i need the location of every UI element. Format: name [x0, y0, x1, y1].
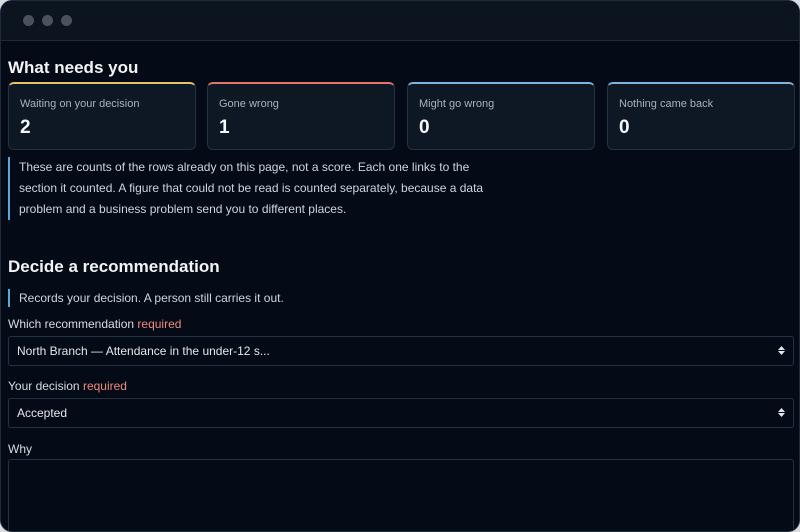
decision-selected-value: Accepted [17, 406, 68, 420]
decide-recommendation-heading: Decide a recommendation [8, 257, 220, 276]
close-window-control[interactable] [23, 15, 34, 26]
card-might-go-wrong[interactable]: Might go wrong 0 [407, 82, 595, 150]
zoom-window-control[interactable] [61, 15, 72, 26]
summary-cards: Waiting on your decision 2 Gone wrong 1 … [8, 82, 795, 150]
decision-explanation-note: Records your decision. A person still ca… [8, 289, 284, 307]
card-count: 1 [219, 117, 230, 138]
card-count: 0 [419, 117, 430, 138]
card-nothing-came-back[interactable]: Nothing came back 0 [607, 82, 795, 150]
what-needs-you-heading: What needs you [8, 58, 139, 77]
counts-explanation-note: These are counts of the rows already on … [8, 157, 488, 220]
card-label: Nothing came back [619, 98, 714, 110]
card-count: 0 [619, 117, 630, 138]
required-marker: required [82, 379, 127, 393]
card-gone-wrong[interactable]: Gone wrong 1 [207, 82, 395, 150]
minimize-window-control[interactable] [42, 15, 53, 26]
select-arrows-icon [777, 408, 785, 418]
card-label: Waiting on your decision [20, 98, 140, 110]
decision-field-label: Your decision required [8, 379, 127, 393]
decision-label-text: Your decision [8, 379, 80, 393]
card-label: Gone wrong [219, 98, 279, 110]
app-window: What needs you Waiting on your decision … [0, 0, 800, 532]
recommendation-field-label: Which recommendation required [8, 317, 181, 331]
select-arrows-icon [777, 346, 785, 356]
title-bar [1, 1, 799, 41]
decision-select[interactable]: Accepted [8, 398, 794, 428]
recommendation-selected-value: North Branch — Attendance in the under-1… [17, 344, 270, 358]
required-marker: required [137, 317, 182, 331]
why-textarea[interactable] [8, 459, 794, 531]
card-label: Might go wrong [419, 98, 495, 110]
card-waiting-on-decision[interactable]: Waiting on your decision 2 [8, 82, 196, 150]
recommendation-select[interactable]: North Branch — Attendance in the under-1… [8, 336, 794, 366]
recommendation-label-text: Which recommendation [8, 317, 135, 331]
why-field-label: Why [8, 442, 32, 456]
card-count: 2 [20, 117, 31, 138]
